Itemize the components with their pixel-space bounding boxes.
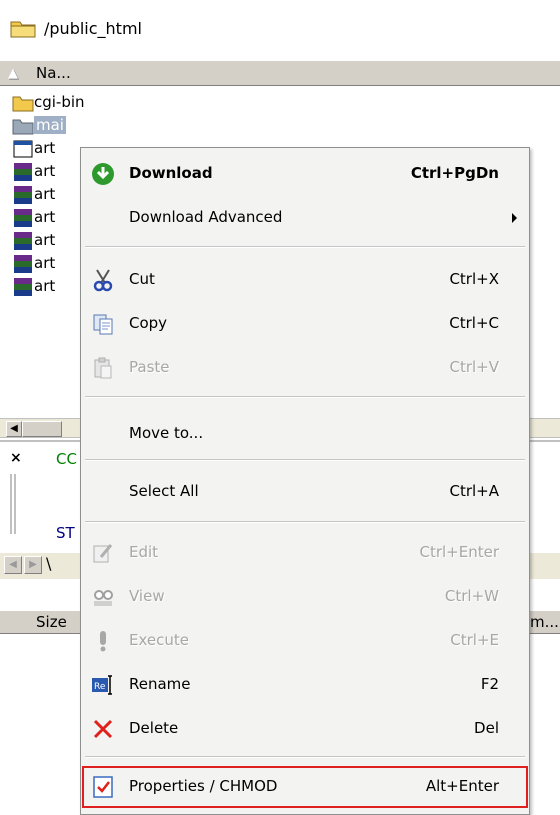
menu-item-view[interactable]: View Ctrl+W	[81, 579, 529, 615]
folder-icon	[10, 18, 36, 42]
html-file-icon	[12, 139, 34, 159]
menu-item-label: Paste	[129, 358, 170, 376]
menu-item-copy[interactable]: Copy Ctrl+C	[81, 306, 529, 342]
menu-separator	[85, 521, 525, 523]
menu-item-paste[interactable]: Paste Ctrl+V	[81, 350, 529, 386]
menu-item-execute[interactable]: Execute Ctrl+E	[81, 623, 529, 659]
menu-item-shortcut: Ctrl+A	[449, 482, 499, 500]
submenu-arrow-icon	[512, 213, 517, 223]
current-path: /public_html	[44, 19, 142, 38]
menu-separator	[85, 396, 525, 398]
menu-item-shortcut: Ctrl+W	[444, 587, 499, 605]
archive-icon	[12, 277, 34, 297]
menu-item-shortcut: Alt+Enter	[425, 777, 499, 795]
menu-item-delete[interactable]: Delete Del	[81, 711, 529, 747]
back-icon[interactable]: ◀	[4, 556, 22, 574]
download-icon	[91, 162, 115, 186]
path-separator: \	[46, 554, 52, 573]
menu-separator	[85, 246, 525, 248]
menu-item-label: Cut	[129, 270, 155, 288]
list-item[interactable]: mai	[0, 115, 100, 137]
menu-item-label: Download	[129, 164, 213, 182]
properties-icon	[91, 775, 115, 799]
menu-item-label: Delete	[129, 719, 179, 737]
menu-item-label: Copy	[129, 314, 168, 332]
menu-item-label: Select All	[129, 482, 199, 500]
file-name: art	[34, 254, 56, 272]
archive-icon	[12, 208, 34, 228]
menu-item-shortcut: Ctrl+X	[449, 270, 499, 288]
menu-item-label: Rename	[129, 675, 191, 693]
file-name: art	[34, 208, 56, 226]
menu-separator	[85, 756, 525, 758]
paste-icon	[91, 356, 115, 380]
path-bar: /public_html	[0, 0, 560, 57]
menu-item-label: Execute	[129, 631, 189, 649]
menu-item-select-all[interactable]: Select All Ctrl+A	[81, 474, 529, 510]
column-header-size[interactable]: Size	[36, 613, 67, 631]
menu-item-shortcut: Ctrl+C	[449, 314, 499, 332]
menu-item-shortcut: F2	[480, 675, 499, 693]
folder-icon	[12, 116, 34, 136]
edit-icon	[91, 541, 115, 565]
menu-item-move-to[interactable]: Move to...	[81, 416, 529, 452]
scroll-left-icon[interactable]: ◀	[6, 421, 22, 437]
menu-item-label: Download Advanced	[129, 208, 283, 226]
forward-icon[interactable]: ▶	[24, 556, 42, 574]
delete-icon	[91, 717, 115, 741]
menu-separator	[85, 459, 525, 461]
scroll-thumb[interactable]	[22, 421, 62, 437]
file-name: art	[34, 139, 56, 157]
copy-icon	[91, 312, 115, 336]
file-list-header[interactable]: ▲ Na...	[0, 60, 560, 86]
file-name: art	[34, 277, 56, 295]
view-icon	[91, 585, 115, 609]
archive-icon	[12, 231, 34, 251]
menu-item-shortcut: Ctrl+PgDn	[410, 164, 499, 182]
menu-item-edit[interactable]: Edit Ctrl+Enter	[81, 535, 529, 571]
menu-item-shortcut: Ctrl+V	[449, 358, 499, 376]
menu-item-properties[interactable]: Properties / CHMOD Alt+Enter	[81, 765, 529, 809]
file-name: cgi-bin	[34, 93, 85, 111]
sort-ascending-icon[interactable]: ▲	[8, 66, 18, 81]
close-icon[interactable]: ×	[10, 450, 22, 466]
context-menu: Download Ctrl+PgDn Download Advanced Cut…	[80, 147, 530, 815]
column-header-truncated[interactable]: m...	[530, 613, 559, 631]
menu-item-shortcut: Ctrl+E	[450, 631, 499, 649]
menu-item-label: Properties / CHMOD	[129, 777, 278, 795]
menu-item-shortcut: Ctrl+Enter	[419, 543, 499, 561]
menu-item-download[interactable]: Download Ctrl+PgDn	[81, 156, 529, 192]
log-line: CC	[56, 450, 77, 468]
file-name: art	[34, 231, 56, 249]
menu-item-cut[interactable]: Cut Ctrl+X	[81, 262, 529, 298]
log-line: ST	[56, 524, 75, 542]
file-name: art	[34, 162, 56, 180]
archive-icon	[12, 185, 34, 205]
list-item[interactable]: cgi-bin	[0, 92, 100, 114]
menu-item-rename[interactable]: Re Rename F2	[81, 667, 529, 703]
archive-icon	[12, 162, 34, 182]
scissors-icon	[91, 268, 115, 292]
menu-item-label: Edit	[129, 543, 159, 561]
archive-icon	[12, 254, 34, 274]
execute-icon	[91, 629, 115, 653]
svg-text:Re: Re	[94, 682, 106, 692]
folder-icon	[12, 93, 34, 113]
column-header-name[interactable]: Na...	[36, 64, 71, 82]
menu-item-label: View	[129, 587, 165, 605]
menu-item-download-advanced[interactable]: Download Advanced	[81, 200, 529, 236]
file-name: mai	[34, 116, 66, 134]
menu-item-label: Move to...	[129, 424, 204, 442]
panel-grip[interactable]	[10, 474, 16, 534]
menu-item-shortcut: Del	[474, 719, 499, 737]
rename-icon: Re	[91, 673, 115, 697]
file-name: art	[34, 185, 56, 203]
